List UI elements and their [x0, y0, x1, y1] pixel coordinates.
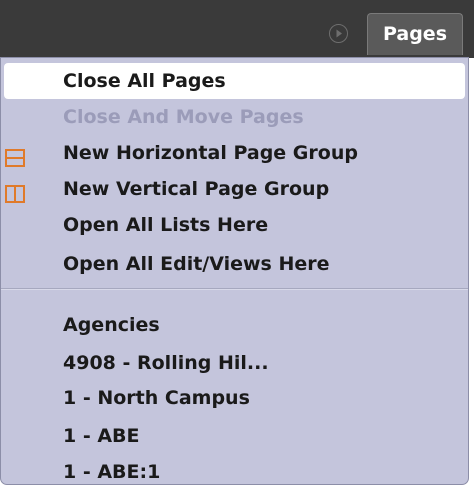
menu-item-new-horizontal-page-group[interactable]: New Horizontal Page Group: [1, 135, 468, 171]
menu-item-new-vertical-page-group[interactable]: New Vertical Page Group: [1, 171, 468, 207]
menu-item-label: New Vertical Page Group: [63, 178, 330, 200]
menu-separator: [1, 288, 468, 290]
play-circle-icon[interactable]: [329, 24, 348, 43]
vertical-split-icon: [5, 179, 25, 203]
horizontal-split-icon: [5, 143, 25, 167]
menu-item-page-agencies[interactable]: Agencies: [1, 307, 468, 343]
menu-item-open-all-lists-here[interactable]: Open All Lists Here: [1, 207, 468, 243]
menu-item-page-1-abe-1[interactable]: 1 - ABE:1: [1, 454, 468, 490]
top-bar: Pages: [0, 0, 474, 58]
pages-menu-button[interactable]: Pages: [367, 13, 463, 55]
menu-item-page-1-north-campus[interactable]: 1 - North Campus: [1, 380, 468, 416]
menu-item-close-and-move-pages: Close And Move Pages: [63, 106, 304, 128]
menu-item-page-1-abe[interactable]: 1 - ABE: [1, 418, 468, 454]
menu-item-close-all-pages[interactable]: Close All Pages: [4, 63, 465, 99]
menu-item-label: New Horizontal Page Group: [63, 142, 358, 164]
menu-item-open-all-edit-views-here[interactable]: Open All Edit/Views Here: [1, 246, 468, 282]
menu-item-page-4908-rolling-hills[interactable]: 4908 - Rolling Hil...: [1, 345, 468, 381]
pages-dropdown-menu: Close All Pages Close And Move Pages New…: [0, 57, 469, 485]
